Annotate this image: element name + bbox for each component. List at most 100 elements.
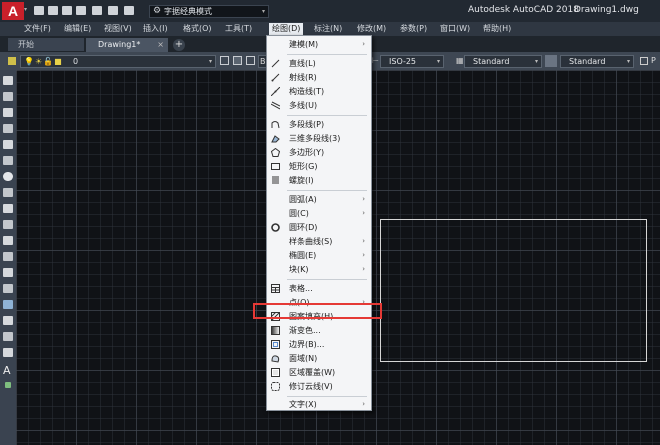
submenu-arrow-icon: › (362, 209, 365, 217)
undo-icon[interactable] (108, 6, 118, 15)
multileader-style-dropdown[interactable]: Standard ▾ (560, 55, 634, 68)
polygon-icon (271, 148, 280, 157)
insert-block-icon[interactable] (3, 252, 13, 261)
drawn-rectangle[interactable] (380, 219, 647, 362)
menu-window[interactable]: 窗口(W) (440, 24, 470, 34)
menu-draw[interactable]: 绘图(D) (269, 23, 304, 35)
menu-file[interactable]: 文件(F) (24, 24, 51, 34)
region-icon[interactable] (3, 332, 13, 341)
construction-line-icon[interactable] (3, 92, 13, 101)
menu-item-label: 射线(R) (289, 73, 317, 82)
chevron-down-icon: ▾ (534, 58, 538, 65)
new-file-icon[interactable] (34, 6, 44, 15)
menu-item-arc[interactable]: 圆弧(A) › (267, 193, 371, 206)
menu-item-label: 多段线(P) (289, 120, 325, 129)
menu-item-modeling[interactable]: 建模(M) › (267, 38, 371, 51)
line-tool-icon[interactable] (3, 76, 13, 85)
print-icon[interactable] (92, 6, 102, 15)
redo-icon[interactable] (124, 6, 134, 15)
rectangle-icon[interactable] (3, 140, 13, 149)
circle-icon[interactable] (3, 172, 13, 181)
make-block-icon[interactable] (3, 268, 13, 277)
table-style-dropdown[interactable]: Standard ▾ (464, 55, 542, 68)
checkbox[interactable] (640, 57, 648, 65)
add-selected-icon[interactable] (5, 382, 11, 388)
menu-item-region[interactable]: 面域(N) (267, 352, 371, 365)
menu-separator (287, 396, 367, 397)
ray-icon (271, 73, 280, 82)
app-menu-button[interactable]: A (2, 2, 24, 20)
menu-format[interactable]: 格式(O) (183, 24, 212, 34)
new-tab-button[interactable]: + (173, 39, 185, 51)
menu-item-label: 螺旋(I) (289, 176, 314, 185)
multiline-icon (271, 101, 280, 110)
menu-help[interactable]: 帮助(H) (483, 24, 511, 34)
menu-item-spline[interactable]: 样条曲线(S) › (267, 235, 371, 248)
menu-item-polyline[interactable]: 多段线(P) (267, 118, 371, 131)
menu-insert[interactable]: 插入(I) (143, 24, 168, 34)
menu-item-label: 圆环(D) (289, 223, 318, 232)
menu-item-line[interactable]: 直线(L) (267, 57, 371, 70)
donut-icon (271, 223, 280, 232)
menu-modify[interactable]: 修改(M) (357, 24, 386, 34)
chevron-down-icon: ▾ (208, 58, 212, 65)
polyline-icon[interactable] (3, 108, 13, 117)
menu-item-wipeout[interactable]: 区域覆盖(W) (267, 366, 371, 379)
submenu-arrow-icon: › (362, 237, 365, 245)
table-icon[interactable] (3, 348, 13, 357)
polygon-icon[interactable] (3, 124, 13, 133)
menu-item-label: 边界(B)... (289, 340, 325, 349)
menu-item-boundary[interactable]: 边界(B)... (267, 338, 371, 351)
menu-item-gradient[interactable]: 渐变色... (267, 324, 371, 337)
dimension-style-icon: ⊢ (372, 56, 379, 65)
menu-item-polygon[interactable]: 多边形(Y) (267, 146, 371, 159)
menu-item-multiline[interactable]: 多线(U) (267, 99, 371, 112)
point-icon[interactable] (3, 284, 13, 293)
layer-dropdown[interactable]: 💡☀🔓■ 0 ▾ (20, 55, 216, 68)
menu-item-donut[interactable]: 圆环(D) (267, 221, 371, 234)
menu-item-revcloud[interactable]: 修订云线(V) (267, 380, 371, 393)
multiline-text-icon[interactable]: A (3, 365, 13, 376)
app-title: Autodesk AutoCAD 2018 (468, 5, 579, 15)
menu-item-label: 建模(M) (289, 40, 319, 49)
gradient-icon[interactable] (3, 316, 13, 325)
close-icon[interactable]: × (157, 38, 164, 51)
menu-item-xline[interactable]: 构造线(T) (267, 85, 371, 98)
menu-item-3dpoly[interactable]: 三维多段线(3) (267, 132, 371, 145)
menu-parametric[interactable]: 参数(P) (400, 24, 427, 34)
save-icon[interactable] (62, 6, 72, 15)
menu-item-label: 三维多段线(3) (289, 134, 341, 143)
menu-item-circle[interactable]: 圆(C) › (267, 207, 371, 220)
ellipse-icon[interactable] (3, 220, 13, 229)
menu-tools[interactable]: 工具(T) (225, 24, 252, 34)
tab-start[interactable]: 开始 (8, 38, 84, 51)
spline-icon[interactable] (3, 204, 13, 213)
rectangle-icon (271, 163, 280, 170)
arc-icon[interactable] (3, 156, 13, 165)
match-layer-icon[interactable] (233, 56, 242, 65)
save-as-icon[interactable] (76, 6, 86, 15)
dimension-style-dropdown[interactable]: ISO-25 ▾ (380, 55, 444, 68)
menu-item-ray[interactable]: 射线(R) (267, 71, 371, 84)
ellipse-arc-icon[interactable] (3, 236, 13, 245)
layer-properties-icon[interactable] (8, 57, 16, 65)
menu-dimension[interactable]: 标注(N) (314, 24, 342, 34)
previous-layer-icon[interactable] (246, 56, 255, 65)
app-menu-arrow-icon[interactable]: ▾ (24, 6, 27, 13)
menu-view[interactable]: 视图(V) (104, 24, 132, 34)
tab-drawing1[interactable]: Drawing1* × (86, 38, 168, 52)
revision-cloud-icon[interactable] (3, 188, 13, 197)
menu-item-ellipse[interactable]: 椭圆(E) › (267, 249, 371, 262)
workspace-switcher[interactable]: ⚙ 字据经典模式 ▾ (149, 5, 269, 18)
hatch-icon[interactable] (3, 300, 13, 309)
open-file-icon[interactable] (48, 6, 58, 15)
menu-item-table[interactable]: 表格... (267, 282, 371, 295)
make-current-icon[interactable] (220, 56, 229, 65)
menu-item-rectangle[interactable]: 矩形(G) (267, 160, 371, 173)
menu-item-text[interactable]: 文字(X) › (267, 398, 371, 411)
table-style-icon: ▦ (456, 56, 464, 65)
menu-edit[interactable]: 编辑(E) (64, 24, 91, 34)
menu-item-helix[interactable]: 螺旋(I) (267, 174, 371, 187)
menu-item-block[interactable]: 块(K) › (267, 263, 371, 276)
document-title: Drawing1.dwg (574, 5, 639, 15)
